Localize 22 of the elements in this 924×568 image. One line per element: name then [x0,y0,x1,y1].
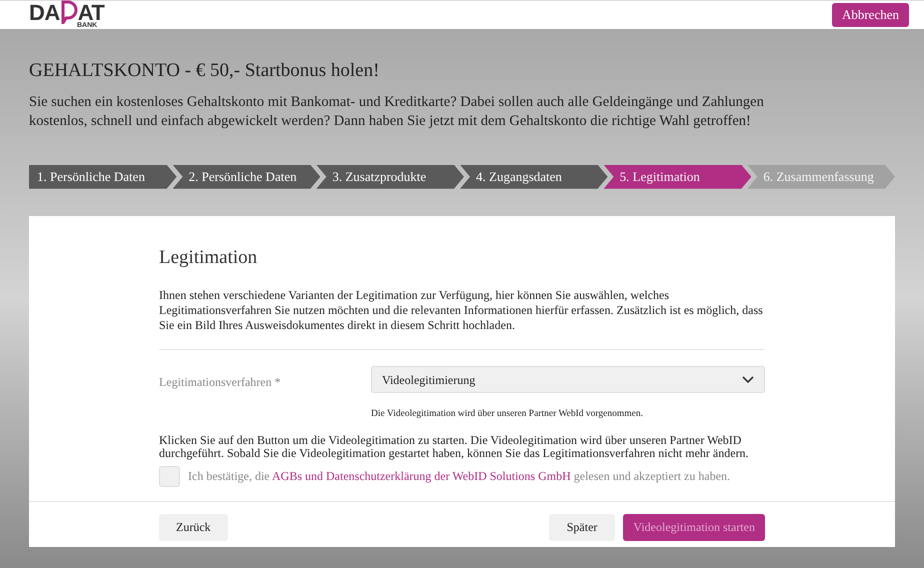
later-button[interactable]: Später [548,514,616,540]
field-hint: Die Videolegitimation wird über unseren Partner WebId vorgenommen. [371,408,644,422]
consent-checkbox[interactable] [159,466,180,486]
method-select[interactable]: Videolegitimierung [371,366,765,394]
section-description: Ihnen stehen verschiedene Varianten der Legitimation zur Verfügung, hier können Sie auswählen, welches Legitimationsverfahren Sie nutzen möchten und die relevanten Informationen hierfür erfassen. Zusätzlich ist es möglich, dass Sie ein Bild Ihres Ausweisdokumentes direkt in diesem Schritt hochladen. [159,288,764,334]
cancel-button[interactable]: Abbrechen [832,3,909,27]
chevron-down-icon [742,376,754,384]
progress-step: 5. Legitimation [604,164,752,189]
back-button[interactable]: Zurück [159,514,228,540]
section-title: Legitimation [159,246,258,270]
page-title: GEHALTSKONTO - € 50,- Startbonus holen! [29,59,380,83]
progress-step: 2. Persönliche Daten [172,164,320,189]
speech-bubble-icon [60,0,78,24]
intro-paragraph: Sie suchen ein kostenloses Gehaltskonto mit Bankomat- und Kreditkarte? Dabei sollen auch alle Geldeingänge und Zahlungen kostenlos, schnell und einfach abgewickelt werden? Dann haben Sie jetzt mit dem Gehaltskonto die richtige Wahl getroffen! [29,92,765,131]
field-label: Legitimationsverfahren * [159,374,282,392]
progress-step: 4. Zugangsdaten [460,164,608,189]
progress-step: 1. Persönliche Daten [29,164,177,189]
progress-step: 3. Zusatzprodukte [316,164,464,189]
terms-link[interactable]: AGBs und Datenschutzerklärung der WebID Solutions GmbH [272,469,571,483]
progress-step: 6. Zusammenfassung [747,164,896,189]
notice-paragraph: Klicken Sie auf den Button um die Videolegitimation zu starten. Die Videolegitimation wird über unseren Partner WebID durchgeführt. Sobald Sie die Videolegitimation gestartet haben, können Sie das Legitimationsverfahren nicht mehr ändern. [159,434,750,460]
consent-text: Ich bestätige, die AGBs und Datenschutzerklärung der WebID Solutions GmbH gelesen und akzeptiert zu haben. [188,468,730,485]
